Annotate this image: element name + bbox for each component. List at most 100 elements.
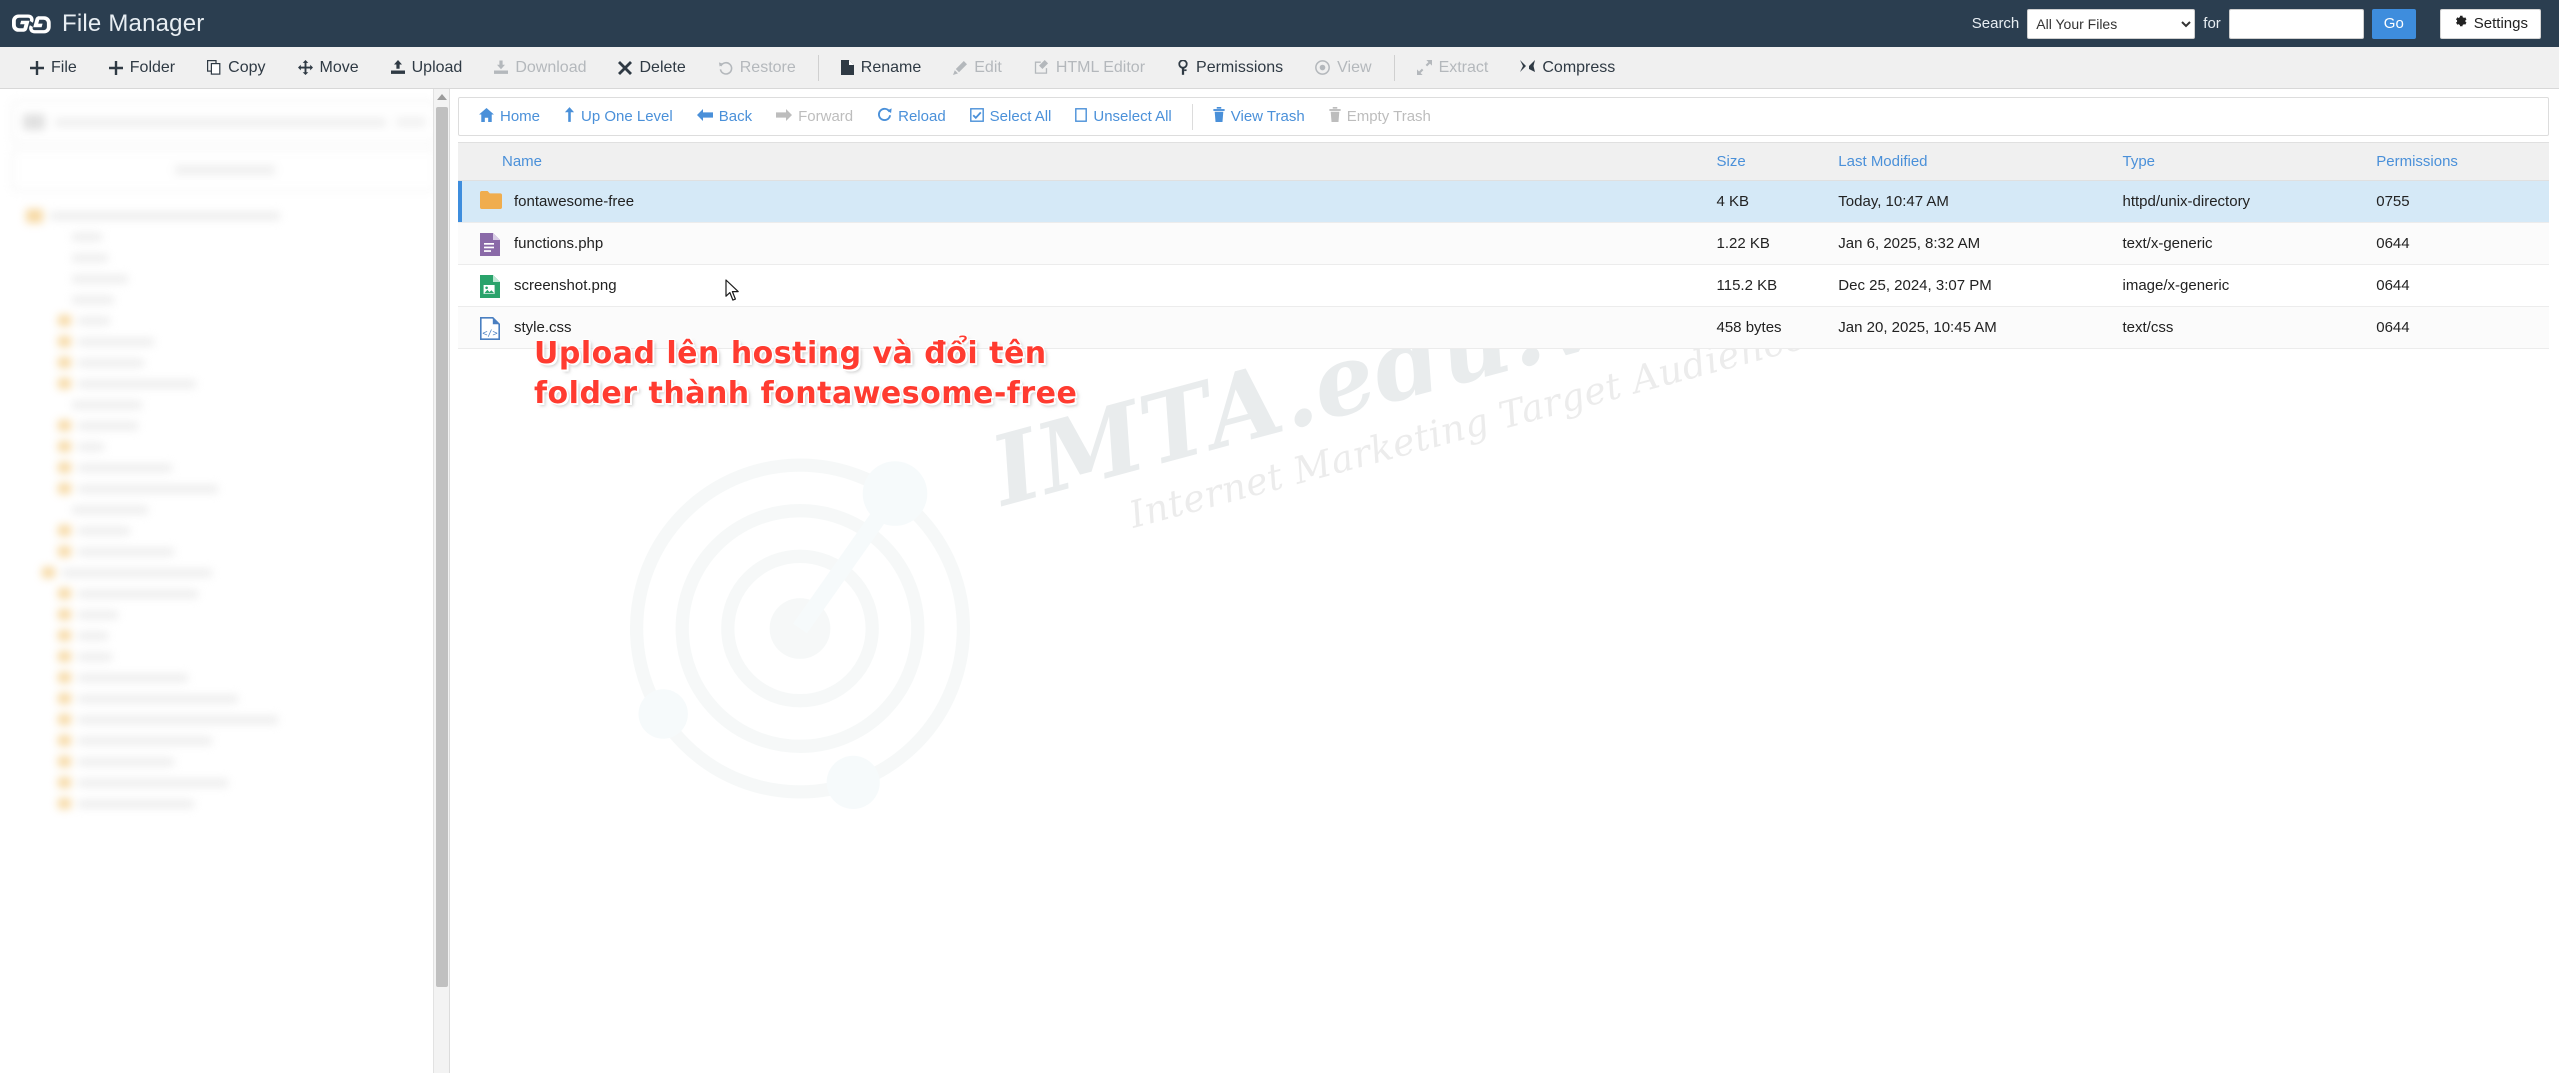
toolbar-button-move[interactable]: Move: [282, 47, 375, 89]
tree-item[interactable]: [12, 772, 437, 793]
table-row[interactable]: functions.php 1.22 KB Jan 6, 2025, 8:32 …: [458, 222, 2549, 265]
directory-tree-sidebar[interactable]: [0, 89, 450, 1073]
file-name-cell[interactable]: screenshot.png: [458, 265, 1707, 307]
tree-item[interactable]: [12, 730, 437, 751]
toolbar-label: Rename: [860, 58, 922, 76]
tree-item[interactable]: [12, 646, 437, 667]
search-input[interactable]: [2228, 8, 2364, 39]
table-row[interactable]: screenshot.png 115.2 KB Dec 25, 2024, 3:…: [458, 264, 2549, 307]
toolbar-button-compress[interactable]: Compress: [1504, 47, 1631, 89]
sidebar-collapse-all-button[interactable]: [12, 149, 437, 191]
tree-item[interactable]: [12, 247, 437, 268]
tree-label: [78, 736, 212, 745]
nav-button-unselect-all[interactable]: Unselect All: [1063, 98, 1183, 135]
tree-item[interactable]: [12, 751, 437, 772]
tree-item[interactable]: [12, 562, 437, 583]
tree-item[interactable]: [12, 310, 437, 331]
toolbar-button-edit: Edit: [937, 47, 1018, 89]
tree-item[interactable]: [12, 793, 437, 814]
toolbar-label: Delete: [639, 58, 686, 76]
tree-item[interactable]: [12, 226, 437, 247]
table-row[interactable]: fontawesome-free 4 KB Today, 10:47 AM ht…: [458, 180, 2549, 223]
column-header-permissions[interactable]: Permissions: [2366, 142, 2549, 181]
file-name-cell[interactable]: functions.php: [458, 223, 1707, 265]
tree-item[interactable]: [12, 520, 437, 541]
nav-button-select-all[interactable]: Select All: [958, 98, 1064, 135]
tree-item[interactable]: [12, 625, 437, 646]
tree-item[interactable]: [12, 373, 437, 394]
tree-label: [78, 316, 110, 325]
settings-button[interactable]: Settings: [2439, 8, 2541, 39]
nav-button-home[interactable]: Home: [467, 98, 552, 135]
folder-icon: [58, 336, 71, 347]
action-toolbar: File Folder Copy Move Upload Download De…: [0, 47, 2559, 89]
toolbar-label: Upload: [411, 58, 463, 76]
file-permissions-cell: 0644: [2376, 235, 2410, 252]
sidebar-search-box[interactable]: [12, 101, 437, 143]
file-list-table: Name Size Last Modified Type Permissions: [458, 142, 2549, 349]
tree-item[interactable]: [12, 205, 437, 226]
file-type-cell: text/x-generic: [2122, 235, 2213, 252]
toolbar-button-extract: Extract: [1401, 47, 1505, 89]
folder-icon: [58, 378, 71, 389]
toolbar-button-permissions[interactable]: Permissions: [1161, 47, 1299, 89]
tree-item[interactable]: [12, 541, 437, 562]
toolbar-button-folder[interactable]: Folder: [93, 47, 191, 89]
sidebar-scrollbar[interactable]: [433, 89, 449, 1073]
tree-item[interactable]: [12, 583, 437, 604]
nav-button-back[interactable]: Back: [685, 98, 764, 135]
toolbar-button-upload[interactable]: Upload: [375, 47, 479, 89]
folder-icon: [58, 651, 71, 662]
table-row[interactable]: </> style.css 458 bytes Jan 20, 2025, 10…: [458, 306, 2549, 349]
header-search-area: Search All Your Files for Go Settings: [1972, 8, 2541, 39]
tree-item[interactable]: [12, 331, 437, 352]
tree-item[interactable]: [12, 289, 437, 310]
toolbar-button-copy[interactable]: Copy: [191, 47, 281, 89]
column-header-size[interactable]: Size: [1706, 142, 1829, 181]
toolbar-label: Permissions: [1196, 58, 1284, 76]
nav-button-reload[interactable]: Reload: [865, 98, 958, 135]
sidebar-search-button[interactable]: [396, 117, 426, 127]
file-size-cell: 458 bytes: [1716, 319, 1782, 336]
search-scope-select[interactable]: All Your Files: [2027, 8, 2196, 39]
sidebar-tree: [12, 205, 437, 814]
home-icon: [479, 107, 494, 126]
download-icon: [494, 60, 509, 75]
file-name-cell[interactable]: fontawesome-free: [458, 181, 1707, 223]
search-icon: [23, 114, 45, 130]
nav-button-up-one-level[interactable]: Up One Level: [552, 98, 685, 135]
cpanel-logo-icon: [12, 7, 52, 41]
toolbar-button-file[interactable]: File: [14, 47, 93, 89]
toolbar-button-rename[interactable]: Rename: [825, 47, 937, 89]
tree-item[interactable]: [12, 268, 437, 289]
tree-item[interactable]: [12, 709, 437, 730]
tree-item[interactable]: [12, 478, 437, 499]
column-header-name[interactable]: Name: [458, 142, 1707, 181]
toolbar-label: HTML Editor: [1055, 58, 1146, 76]
column-header-last-modified[interactable]: Last Modified: [1828, 142, 2113, 181]
app-title: File Manager: [62, 9, 205, 37]
tree-item[interactable]: [12, 604, 437, 625]
file-name-cell[interactable]: </> style.css: [458, 307, 1707, 349]
directory-tree-blurred-content: [0, 89, 449, 1073]
sidebar-search-input[interactable]: [55, 117, 386, 127]
tree-item[interactable]: [12, 499, 437, 520]
tree-item[interactable]: [12, 457, 437, 478]
folder-icon: [58, 588, 71, 599]
tree-item[interactable]: [12, 667, 437, 688]
tree-item[interactable]: [12, 415, 437, 436]
column-header-type[interactable]: Type: [2112, 142, 2367, 181]
tree-item[interactable]: [12, 352, 437, 373]
arrow-left-icon: [696, 108, 713, 126]
scrollbar-up-arrow-icon[interactable]: [434, 89, 449, 105]
nav-button-view-trash[interactable]: View Trash: [1201, 98, 1317, 135]
tree-item[interactable]: [12, 688, 437, 709]
tree-item[interactable]: [12, 436, 437, 457]
scrollbar-thumb[interactable]: [436, 107, 448, 987]
tree-label: [78, 631, 108, 640]
toolbar-button-delete[interactable]: Delete: [602, 47, 701, 89]
top-header-bar: File Manager Search All Your Files for G…: [0, 0, 2559, 47]
search-go-button[interactable]: Go: [2371, 8, 2416, 39]
tree-item[interactable]: [12, 394, 437, 415]
move-arrows-icon: [297, 60, 313, 75]
